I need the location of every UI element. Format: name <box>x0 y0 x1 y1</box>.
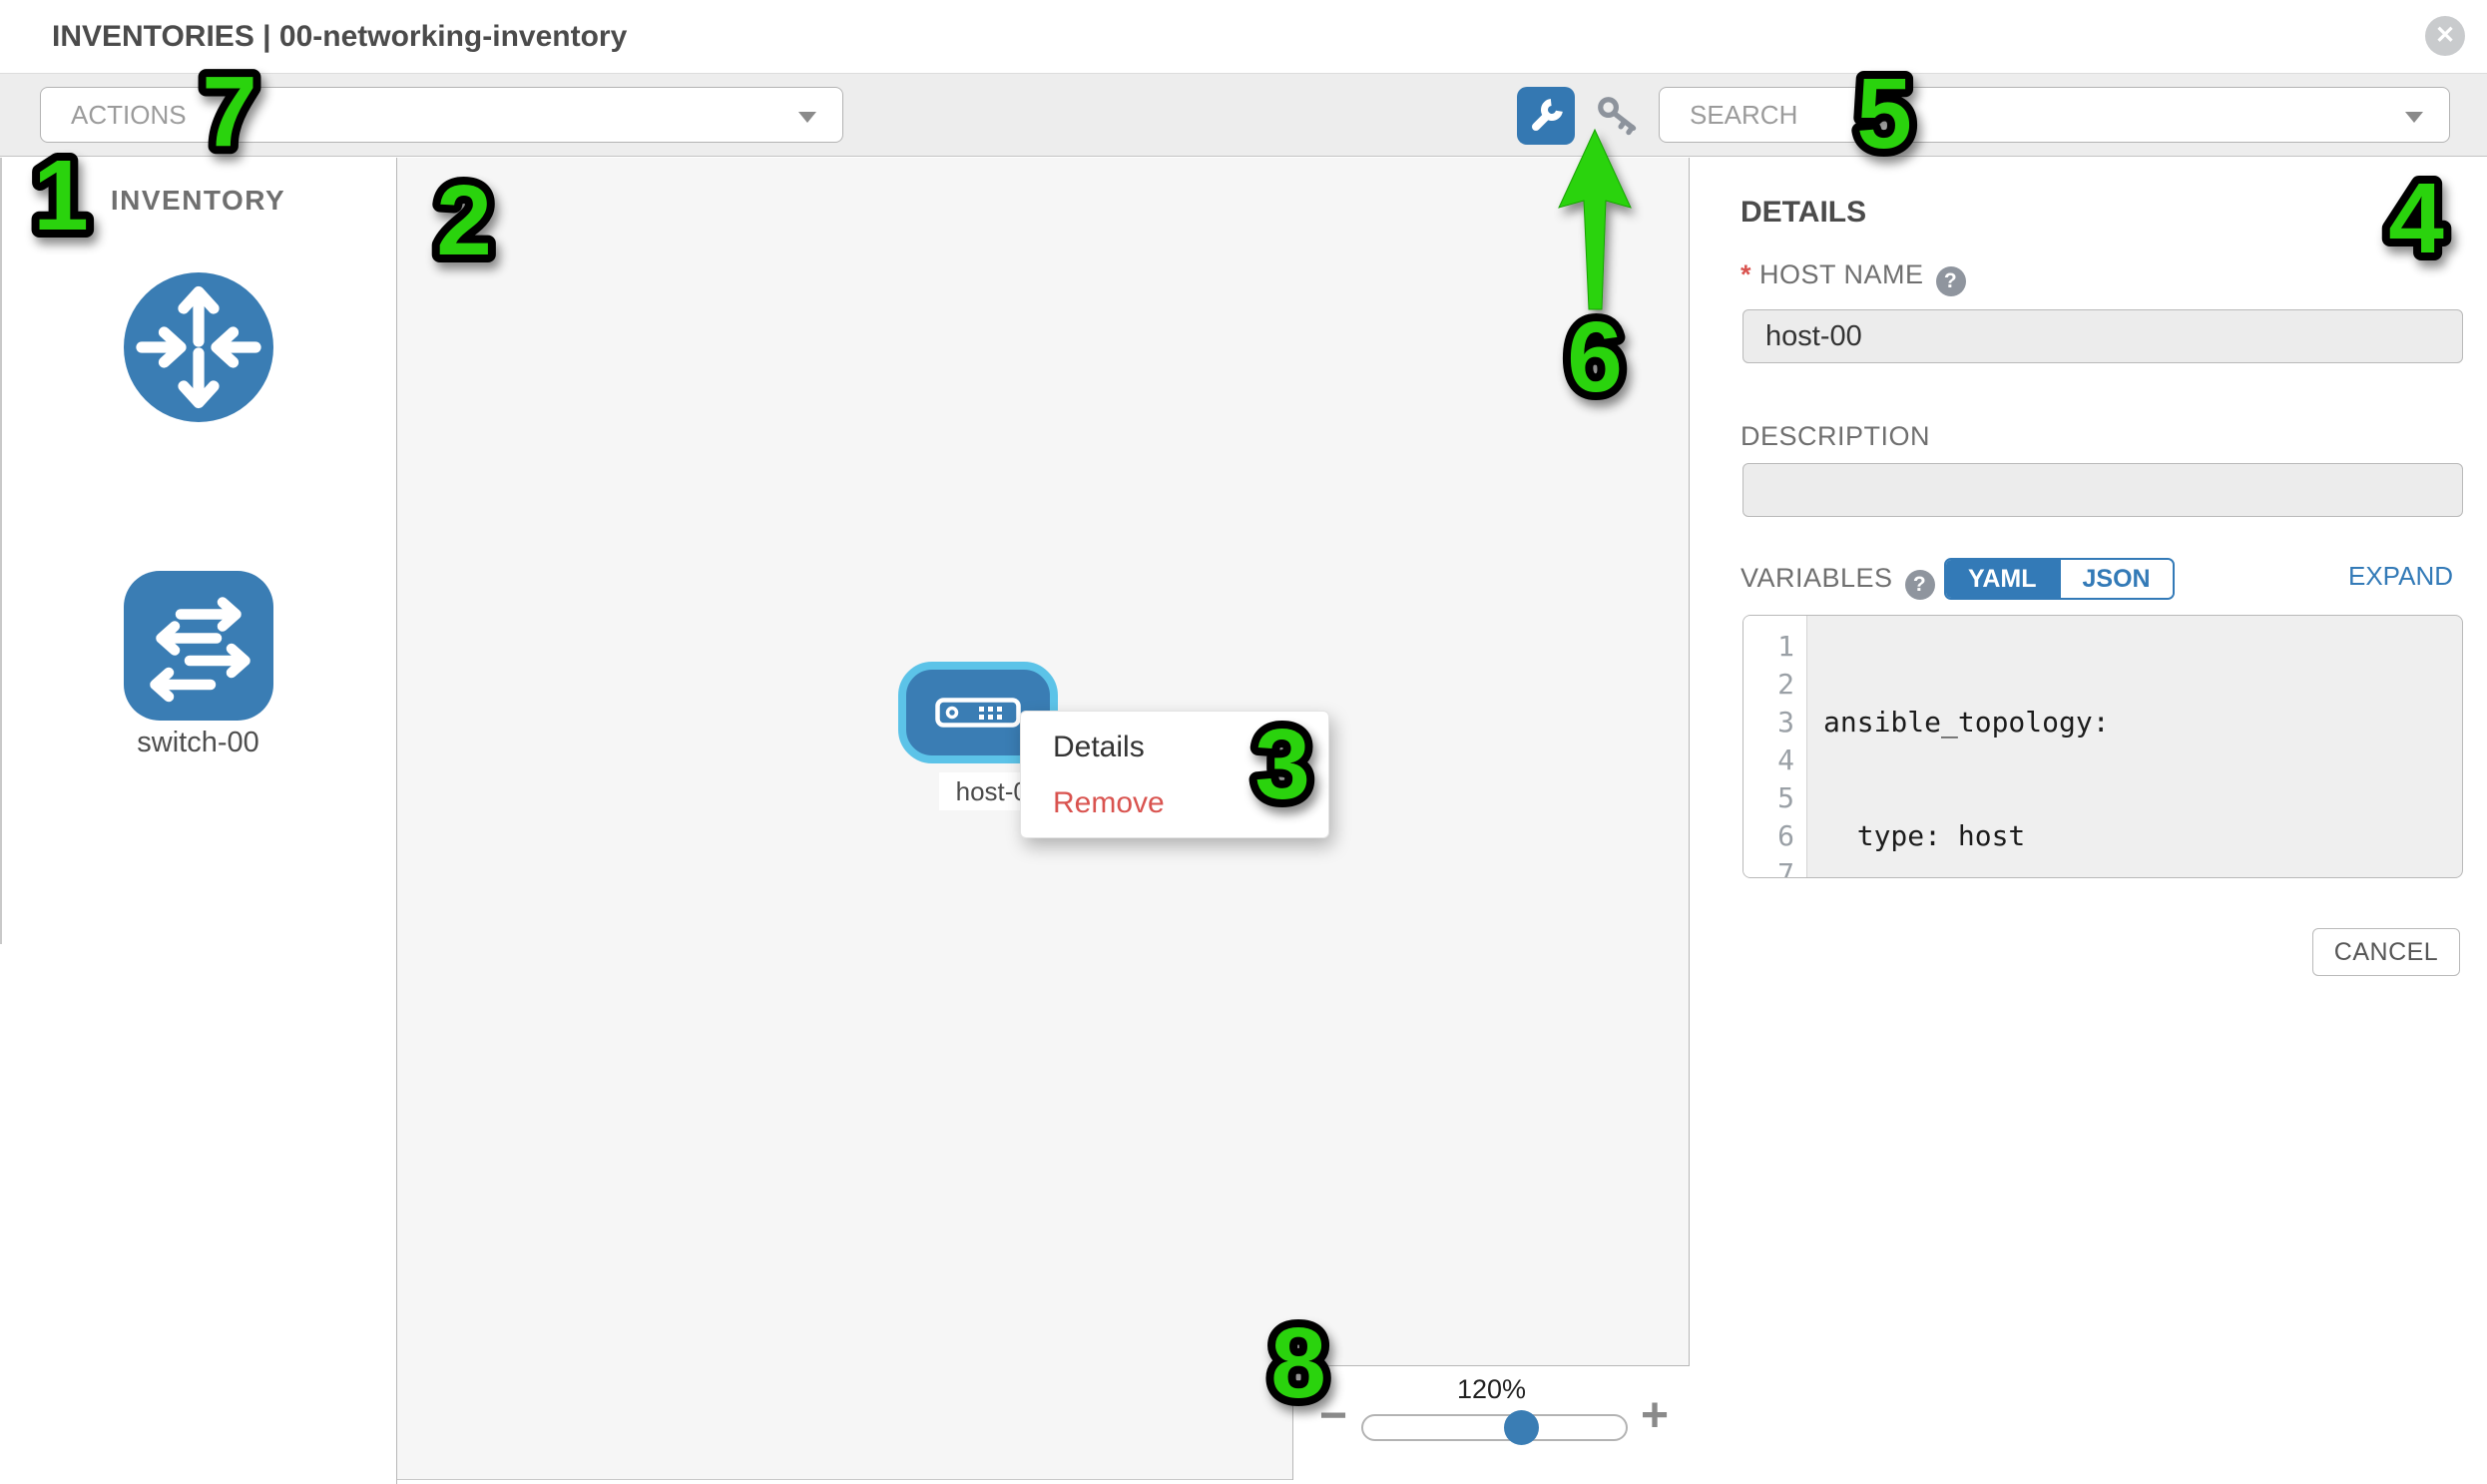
switch-icon <box>124 571 273 721</box>
search-dropdown-placeholder: SEARCH <box>1660 100 1797 131</box>
close-icon[interactable]: ✕ <box>2425 16 2465 56</box>
palette-item-switch[interactable] <box>124 571 273 721</box>
zoom-out-button[interactable]: − <box>1319 1392 1347 1440</box>
zoom-percentage: 120% <box>1293 1374 1690 1405</box>
code-content: ansible_topology: type: host name: host-… <box>1807 616 2462 877</box>
variables-format-toggle: YAML JSON <box>1944 558 2175 600</box>
description-input[interactable] <box>1742 463 2463 517</box>
title-bar: INVENTORIES | 00-networking-inventory ✕ <box>0 0 2487 73</box>
tab-json[interactable]: JSON <box>2059 560 2173 598</box>
context-menu: Details Remove <box>1020 711 1329 838</box>
toolbar: ACTIONS SEARCH <box>0 73 2487 157</box>
zoom-slider-knob[interactable] <box>1504 1410 1539 1445</box>
inventory-topology-app: INVENTORIES | 00-networking-inventory ✕ … <box>0 0 2487 1484</box>
palette-item-switch-label: switch-00 <box>0 727 396 759</box>
tab-yaml[interactable]: YAML <box>1946 560 2059 598</box>
server-icon <box>935 698 1021 728</box>
actions-dropdown[interactable]: ACTIONS <box>40 87 843 143</box>
wrench-icon <box>1526 96 1566 136</box>
host-name-input[interactable] <box>1742 309 2463 363</box>
context-menu-item-remove[interactable]: Remove <box>1021 775 1328 831</box>
search-dropdown[interactable]: SEARCH <box>1659 87 2450 143</box>
expand-link[interactable]: EXPAND <box>2348 561 2453 592</box>
key-button[interactable] <box>1595 94 1643 142</box>
inventory-heading: INVENTORY <box>0 185 396 217</box>
actions-dropdown-placeholder: ACTIONS <box>41 100 187 131</box>
topology-canvas[interactable]: host-00 Details Remove 120% − + <box>397 158 1690 1480</box>
chevron-down-icon <box>2405 112 2423 123</box>
chevron-down-icon <box>798 112 816 123</box>
tools-button[interactable] <box>1517 87 1575 145</box>
cancel-button[interactable]: CANCEL <box>2312 928 2460 976</box>
page-title: INVENTORIES | 00-networking-inventory <box>52 0 627 73</box>
palette-item-router[interactable] <box>124 272 273 422</box>
details-heading: DETAILS <box>1741 196 1866 230</box>
help-icon[interactable]: ? <box>1905 570 1935 600</box>
key-icon <box>1595 94 1643 142</box>
code-line-numbers: 1 2 3 4 5 6 7 <box>1743 616 1807 877</box>
description-label: DESCRIPTION <box>1741 421 1930 452</box>
zoom-control: 120% − + <box>1292 1365 1690 1480</box>
host-name-label: *HOST NAME? <box>1741 259 1966 296</box>
zoom-in-button[interactable]: + <box>1641 1392 1669 1440</box>
inventory-palette: INVENTORY router-00 <box>0 158 397 1484</box>
context-menu-item-details[interactable]: Details <box>1021 720 1328 775</box>
router-icon <box>124 272 273 422</box>
details-panel: DETAILS *HOST NAME? DESCRIPTION VARIABLE… <box>1691 158 2487 1484</box>
help-icon[interactable]: ? <box>1936 266 1966 296</box>
variables-label: VARIABLES? <box>1741 563 1935 600</box>
variables-code-editor[interactable]: 1 2 3 4 5 6 7 ansible_topology: type: ho… <box>1742 615 2463 878</box>
zoom-slider-track[interactable] <box>1361 1414 1628 1441</box>
required-marker: * <box>1741 259 1751 289</box>
palette-edge-divider <box>0 158 2 944</box>
